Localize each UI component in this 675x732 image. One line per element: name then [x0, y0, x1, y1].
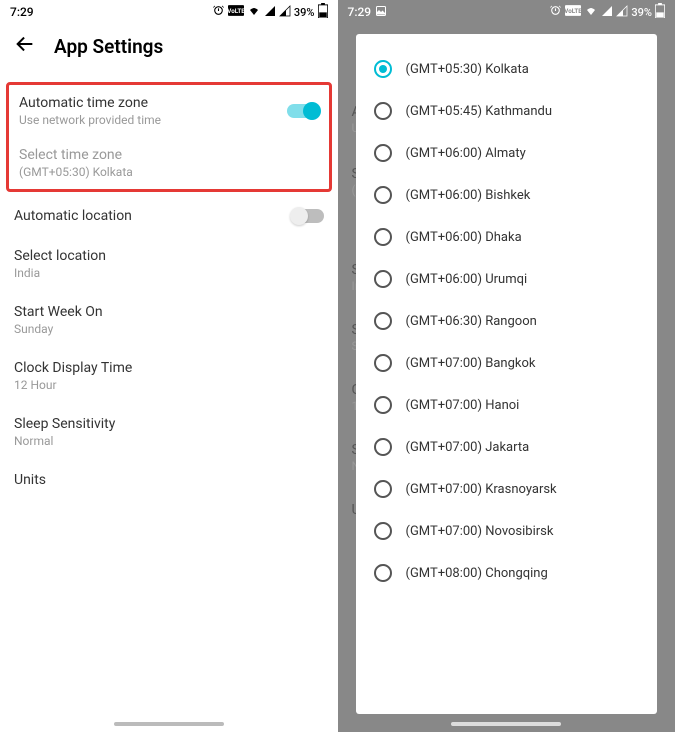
radio-icon [374, 102, 392, 120]
status-icons: VoLTE 39% [549, 3, 665, 21]
setting-subtitle: Normal [14, 434, 115, 448]
wifi-icon [247, 5, 261, 20]
radio-icon [374, 564, 392, 582]
status-icons: VoLTE 39% [212, 3, 328, 21]
timezone-option[interactable]: (GMT+07:00) Jakarta [356, 426, 658, 468]
settings-list: Automatic time zone Use network provided… [0, 68, 338, 500]
battery-text: 39% [631, 6, 652, 19]
timezone-option[interactable]: (GMT+05:45) Kathmandu [356, 90, 658, 132]
radio-icon [374, 480, 392, 498]
setting-subtitle: 12 Hour [14, 378, 132, 392]
radio-icon [374, 186, 392, 204]
radio-icon [374, 312, 392, 330]
timezone-option[interactable]: (GMT+07:00) Krasnoyarsk [356, 468, 658, 510]
setting-title: Select time zone [19, 147, 133, 163]
signal2-icon [279, 5, 291, 20]
svg-text:VoLTE: VoLTE [565, 7, 581, 15]
back-arrow-icon[interactable] [14, 33, 36, 60]
timezone-label: (GMT+06:00) Bishkek [406, 188, 531, 203]
timezone-option[interactable]: (GMT+06:00) Urumqi [356, 258, 658, 300]
status-time: 7:29 [10, 5, 34, 19]
timezone-label: (GMT+06:00) Almaty [406, 146, 526, 161]
wifi-icon [584, 5, 598, 20]
setting-auto-timezone[interactable]: Automatic time zone Use network provided… [9, 85, 329, 137]
signal-icon [601, 5, 613, 20]
timezone-label: (GMT+05:30) Kolkata [406, 62, 529, 77]
app-header: App Settings [0, 24, 338, 68]
timezone-option[interactable]: (GMT+07:00) Hanoi [356, 384, 658, 426]
timezone-option[interactable]: (GMT+06:00) Almaty [356, 132, 658, 174]
radio-icon [374, 354, 392, 372]
setting-subtitle: (GMT+05:30) Kolkata [19, 165, 133, 179]
setting-subtitle: India [14, 266, 106, 280]
signal2-icon [616, 5, 628, 20]
timezone-option[interactable]: (GMT+08:00) Chongqing [356, 552, 658, 594]
timezone-label: (GMT+06:30) Rangoon [406, 314, 537, 329]
nav-bar-indicator [451, 722, 561, 726]
timezone-dialog: (GMT+05:30) Kolkata (GMT+05:45) Kathmandu… [356, 34, 658, 714]
radio-icon [374, 396, 392, 414]
timezone-label: (GMT+06:00) Dhaka [406, 230, 522, 245]
setting-title: Sleep Sensitivity [14, 416, 115, 432]
highlight-box: Automatic time zone Use network provided… [6, 82, 332, 192]
setting-title: Start Week On [14, 304, 103, 320]
setting-clock-display[interactable]: Clock Display Time 12 Hour [0, 348, 338, 404]
timezone-option[interactable]: (GMT+05:30) Kolkata [356, 48, 658, 90]
alarm-icon [212, 4, 225, 20]
setting-subtitle: Sunday [14, 322, 103, 336]
radio-icon [374, 438, 392, 456]
nav-bar-indicator [114, 722, 224, 726]
phone-screen-dialog: 7:29 VoLTE 39% [338, 0, 675, 732]
toggle-auto-timezone[interactable] [287, 104, 319, 118]
status-bar: 7:29 VoLTE 39% [0, 0, 338, 24]
radio-icon [374, 60, 392, 78]
timezone-label: (GMT+07:00) Novosibirsk [406, 524, 554, 539]
phone-screen-settings: 7:29 VoLTE 39% [0, 0, 338, 732]
screenshot-icon [375, 5, 387, 20]
timezone-label: (GMT+07:00) Krasnoyarsk [406, 482, 557, 497]
timezone-option[interactable]: (GMT+06:30) Rangoon [356, 300, 658, 342]
setting-title: Select location [14, 248, 106, 264]
setting-units[interactable]: Units [0, 460, 338, 500]
radio-icon [374, 270, 392, 288]
radio-icon [374, 522, 392, 540]
timezone-option[interactable]: (GMT+07:00) Bangkok [356, 342, 658, 384]
status-bar: 7:29 VoLTE 39% [338, 0, 675, 24]
battery-icon [318, 3, 328, 21]
timezone-label: (GMT+07:00) Hanoi [406, 398, 520, 413]
setting-select-timezone[interactable]: Select time zone (GMT+05:30) Kolkata [9, 137, 329, 189]
page-title: App Settings [54, 35, 163, 58]
setting-start-week[interactable]: Start Week On Sunday [0, 292, 338, 348]
battery-text: 39% [294, 6, 315, 19]
timezone-label: (GMT+08:00) Chongqing [406, 566, 548, 581]
setting-select-location[interactable]: Select location India [0, 236, 338, 292]
volte-icon: VoLTE [565, 5, 581, 19]
setting-title: Automatic time zone [19, 95, 161, 111]
timezone-option[interactable]: (GMT+06:00) Bishkek [356, 174, 658, 216]
setting-title: Automatic location [14, 208, 132, 224]
timezone-label: (GMT+07:00) Jakarta [406, 440, 530, 455]
timezone-option[interactable]: (GMT+06:00) Dhaka [356, 216, 658, 258]
radio-icon [374, 144, 392, 162]
setting-sleep-sensitivity[interactable]: Sleep Sensitivity Normal [0, 404, 338, 460]
signal-icon [264, 5, 276, 20]
status-time: 7:29 [348, 5, 372, 19]
alarm-icon [549, 4, 562, 20]
setting-auto-location[interactable]: Automatic location [0, 196, 338, 236]
timezone-label: (GMT+06:00) Urumqi [406, 272, 528, 287]
battery-icon [655, 3, 665, 21]
timezone-label: (GMT+05:45) Kathmandu [406, 104, 553, 119]
volte-icon: VoLTE [228, 5, 244, 19]
timezone-option[interactable]: (GMT+07:00) Novosibirsk [356, 510, 658, 552]
svg-text:VoLTE: VoLTE [228, 7, 244, 15]
radio-icon [374, 228, 392, 246]
setting-title: Clock Display Time [14, 360, 132, 376]
timezone-label: (GMT+07:00) Bangkok [406, 356, 536, 371]
toggle-auto-location[interactable] [292, 209, 324, 223]
setting-subtitle: Use network provided time [19, 113, 161, 127]
setting-title: Units [14, 472, 46, 488]
